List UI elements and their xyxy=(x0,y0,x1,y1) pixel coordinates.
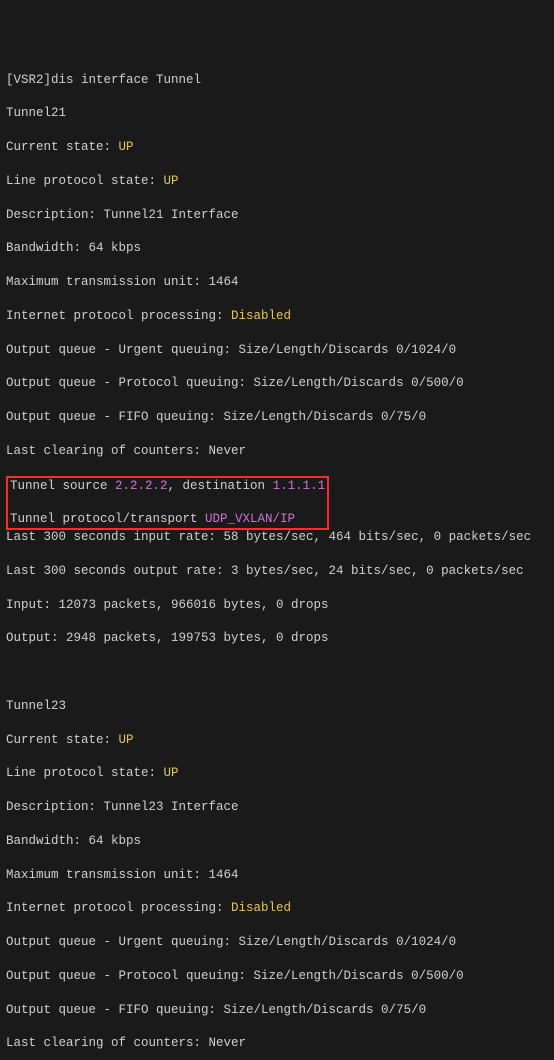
state-value: UP xyxy=(119,733,134,747)
tunnel21-mtu: Maximum transmission unit: 1464 xyxy=(6,274,548,291)
proto-label: Tunnel protocol/transport xyxy=(10,512,205,526)
tunnel21-output: Output: 2948 packets, 199753 bytes, 0 dr… xyxy=(6,630,548,647)
ipproc-label: Internet protocol processing: xyxy=(6,309,231,323)
tunnel21-bandwidth: Bandwidth: 64 kbps xyxy=(6,240,548,257)
tunnel23-queue-fifo: Output queue - FIFO queuing: Size/Length… xyxy=(6,1002,548,1019)
tunnel23-queue-proto: Output queue - Protocol queuing: Size/Le… xyxy=(6,968,548,985)
cli-prompt: [VSR2]dis interface Tunnel xyxy=(6,72,548,89)
ipproc-label: Internet protocol processing: xyxy=(6,901,231,915)
tunnel23-ipproc: Internet protocol processing: Disabled xyxy=(6,900,548,917)
tunnel23-lineproto: Line protocol state: UP xyxy=(6,765,548,782)
tunnel23-mtu: Maximum transmission unit: 1464 xyxy=(6,867,548,884)
lineproto-label: Line protocol state: xyxy=(6,766,164,780)
state-label: Current state: xyxy=(6,733,119,747)
ipproc-value: Disabled xyxy=(231,901,291,915)
tunnel21-name: Tunnel21 xyxy=(6,105,548,122)
state-value: UP xyxy=(119,140,134,154)
tunnel21-queue-fifo: Output queue - FIFO queuing: Size/Length… xyxy=(6,409,548,426)
tunnel21-queue-urgent: Output queue - Urgent queuing: Size/Leng… xyxy=(6,342,548,359)
state-label: Current state: xyxy=(6,140,119,154)
tunnel23-bandwidth: Bandwidth: 64 kbps xyxy=(6,833,548,850)
src-value: 2.2.2.2 xyxy=(115,479,168,493)
lineproto-label: Line protocol state: xyxy=(6,174,164,188)
tunnel21-desc: Description: Tunnel21 Interface xyxy=(6,207,548,224)
src-label: Tunnel source xyxy=(10,479,115,493)
tunnel21-out-rate: Last 300 seconds output rate: 3 bytes/se… xyxy=(6,563,548,580)
tunnel21-in-rate: Last 300 seconds input rate: 58 bytes/se… xyxy=(6,529,548,546)
tunnel21-ipproc: Internet protocol processing: Disabled xyxy=(6,308,548,325)
tunnel21-state: Current state: UP xyxy=(6,139,548,156)
tunnel23-name: Tunnel23 xyxy=(6,698,548,715)
proto-value: UDP_VXLAN/IP xyxy=(205,512,295,526)
tunnel21-highlight-box: Tunnel source 2.2.2.2, destination 1.1.1… xyxy=(6,476,329,531)
dst-value: 1.1.1.1 xyxy=(273,479,326,493)
dst-label: , destination xyxy=(168,479,273,493)
tunnel23-state: Current state: UP xyxy=(6,732,548,749)
blank-line xyxy=(6,664,548,681)
ipproc-value: Disabled xyxy=(231,309,291,323)
lineproto-value: UP xyxy=(164,766,179,780)
tunnel23-queue-urgent: Output queue - Urgent queuing: Size/Leng… xyxy=(6,934,548,951)
tunnel21-src-dst: Tunnel source 2.2.2.2, destination 1.1.1… xyxy=(10,478,325,495)
tunnel21-proto: Tunnel protocol/transport UDP_VXLAN/IP xyxy=(10,511,325,528)
tunnel21-queue-proto: Output queue - Protocol queuing: Size/Le… xyxy=(6,375,548,392)
tunnel21-lineproto: Line protocol state: UP xyxy=(6,173,548,190)
lineproto-value: UP xyxy=(164,174,179,188)
tunnel21-lastclear: Last clearing of counters: Never xyxy=(6,443,548,460)
tunnel21-input: Input: 12073 packets, 966016 bytes, 0 dr… xyxy=(6,597,548,614)
tunnel23-desc: Description: Tunnel23 Interface xyxy=(6,799,548,816)
tunnel23-lastclear: Last clearing of counters: Never xyxy=(6,1035,548,1052)
